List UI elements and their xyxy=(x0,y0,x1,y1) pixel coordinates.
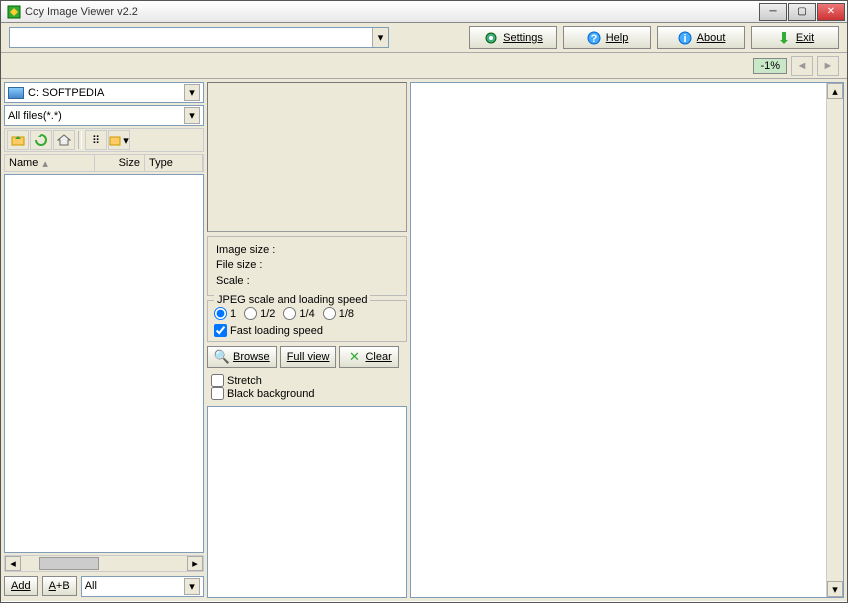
up-folder-button[interactable] xyxy=(7,130,29,150)
minimize-button[interactable]: ─ xyxy=(759,3,787,21)
exit-button[interactable]: Exit xyxy=(751,26,839,49)
add-button[interactable]: Add xyxy=(4,576,38,596)
refresh-button[interactable] xyxy=(30,130,52,150)
search-icon: 🔍 xyxy=(214,349,230,365)
next-button[interactable]: ► xyxy=(817,56,839,76)
main-toolbar: ▾ Settings ? Help i About Exit xyxy=(1,23,847,53)
scroll-left-icon[interactable]: ◂ xyxy=(5,556,21,571)
home-button[interactable] xyxy=(53,130,75,150)
separator xyxy=(78,131,82,149)
exit-icon xyxy=(776,30,792,46)
image-size-label: Image size : xyxy=(216,243,398,258)
folder-options-button[interactable]: ▾ xyxy=(108,130,130,150)
scale-18-radio[interactable]: 1/8 xyxy=(323,307,354,320)
jpeg-legend: JPEG scale and loading speed xyxy=(214,294,370,306)
file-list[interactable] xyxy=(4,174,204,553)
image-view[interactable]: ▴ ▾ xyxy=(410,82,844,598)
nav-toolbar: -1% ◄ ► xyxy=(1,53,847,79)
chevron-down-icon: ▾ xyxy=(184,84,200,101)
app-icon xyxy=(7,5,21,19)
drive-icon xyxy=(8,87,24,99)
clear-icon: ✕ xyxy=(346,349,362,365)
chevron-down-icon: ▾ xyxy=(372,28,388,47)
column-size[interactable]: Size xyxy=(95,155,145,171)
column-type[interactable]: Type xyxy=(145,155,203,171)
drive-combo[interactable]: C: SOFTPEDIA ▾ xyxy=(4,82,204,103)
chevron-down-icon: ▾ xyxy=(184,578,200,595)
svg-text:?: ? xyxy=(590,33,597,45)
stretch-check[interactable]: Stretch xyxy=(211,374,403,387)
fullview-button[interactable]: Full view xyxy=(280,346,337,368)
zoom-badge: -1% xyxy=(753,58,787,74)
column-name[interactable]: Name▴ xyxy=(5,155,95,171)
vertical-scrollbar[interactable]: ▴ ▾ xyxy=(826,83,843,597)
scale-14-radio[interactable]: 1/4 xyxy=(283,307,314,320)
scroll-down-icon[interactable]: ▾ xyxy=(827,581,843,597)
thumbnail-area xyxy=(207,406,407,598)
chevron-down-icon: ▾ xyxy=(184,107,200,124)
file-panel: C: SOFTPEDIA ▾ All files(*.*) ▾ ⠿ ▾ Name… xyxy=(4,82,204,598)
path-combo[interactable]: ▾ xyxy=(9,27,389,48)
view-mode-button[interactable]: ⠿ xyxy=(85,130,107,150)
prev-button[interactable]: ◄ xyxy=(791,56,813,76)
scroll-right-icon[interactable]: ▸ xyxy=(187,556,203,571)
gear-icon xyxy=(483,30,499,46)
help-icon: ? xyxy=(586,30,602,46)
about-button[interactable]: i About xyxy=(657,26,745,49)
close-button[interactable]: ✕ xyxy=(817,3,845,21)
folder-toolbar: ⠿ ▾ xyxy=(4,128,204,152)
scroll-up-icon[interactable]: ▴ xyxy=(827,83,843,99)
svg-text:i: i xyxy=(683,33,686,45)
info-box: Image size : File size : Scale : xyxy=(207,236,407,296)
scale-1-radio[interactable]: 1 xyxy=(214,307,236,320)
help-button[interactable]: ? Help xyxy=(563,26,651,49)
all-combo[interactable]: All ▾ xyxy=(81,576,204,597)
browse-button[interactable]: 🔍Browse xyxy=(207,346,277,368)
filter-combo[interactable]: All files(*.*) ▾ xyxy=(4,105,204,126)
jpeg-group: JPEG scale and loading speed 1 1/2 1/4 1… xyxy=(207,300,407,342)
maximize-button[interactable]: ▢ xyxy=(788,3,816,21)
scale-12-radio[interactable]: 1/2 xyxy=(244,307,275,320)
file-list-header: Name▴ Size Type xyxy=(4,154,204,172)
settings-button[interactable]: Settings xyxy=(469,26,557,49)
preview-area xyxy=(207,82,407,232)
scroll-thumb[interactable] xyxy=(39,557,99,570)
fast-loading-check[interactable]: Fast loading speed xyxy=(214,324,400,337)
clear-button[interactable]: ✕Clear xyxy=(339,346,398,368)
blackbg-check[interactable]: Black background xyxy=(211,387,403,400)
scale-label: Scale : xyxy=(216,274,398,289)
titlebar: Ccy Image Viewer v2.2 ─ ▢ ✕ xyxy=(1,1,847,23)
ab-button[interactable]: A+B xyxy=(42,576,77,596)
preview-panel: Image size : File size : Scale : JPEG sc… xyxy=(207,82,407,598)
horizontal-scrollbar[interactable]: ◂ ▸ xyxy=(4,555,204,572)
info-icon: i xyxy=(677,30,693,46)
bottom-bar: Add A+B All ▾ xyxy=(4,574,204,598)
window-title: Ccy Image Viewer v2.2 xyxy=(25,6,758,18)
file-size-label: File size : xyxy=(216,258,398,273)
